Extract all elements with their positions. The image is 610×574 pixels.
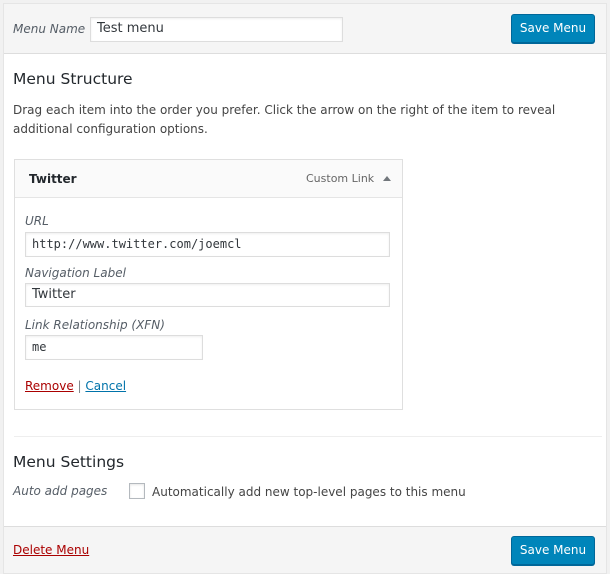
auto-add-text: Automatically add new top-level pages to… [152, 485, 466, 499]
menu-item-type: Custom Link [306, 172, 375, 185]
navigation-label-label: Navigation Label [25, 266, 126, 280]
section-divider [14, 436, 602, 437]
menu-settings-title: Menu Settings [13, 453, 125, 471]
auto-add-label: Auto add pages [13, 484, 108, 498]
menu-header: Menu Name Test menu Save Menu [4, 4, 606, 54]
xfn-field[interactable]: me [25, 335, 203, 360]
xfn-label: Link Relationship (XFN) [25, 318, 165, 332]
menu-edit-panel: Menu Name Test menu Save Menu Menu Struc… [3, 3, 607, 574]
menu-name-label: Menu Name [13, 22, 86, 36]
cancel-link[interactable]: Cancel [85, 379, 126, 393]
menu-structure-title: Menu Structure [13, 70, 133, 88]
menu-item-twitter: Twitter Custom Link URL http://www.twitt… [14, 159, 403, 410]
menu-item-title: Twitter [29, 172, 77, 186]
remove-link[interactable]: Remove [25, 379, 74, 393]
save-menu-button-bottom[interactable]: Save Menu [511, 536, 595, 565]
auto-add-checkbox[interactable] [129, 483, 145, 499]
actions-separator: | [77, 379, 82, 393]
menu-item-handle[interactable]: Twitter Custom Link [15, 160, 402, 198]
url-field[interactable]: http://www.twitter.com/joemcl [25, 232, 390, 257]
menu-structure-description: Drag each item into the order you prefer… [13, 103, 556, 136]
delete-menu-link[interactable]: Delete Menu [13, 543, 89, 557]
arrow-up-icon[interactable] [383, 176, 391, 181]
url-label: URL [25, 214, 49, 228]
navigation-label-field[interactable]: Twitter [25, 283, 390, 307]
menu-footer: Delete Menu Save Menu [4, 526, 606, 573]
menu-name-input[interactable]: Test menu [90, 17, 343, 42]
save-menu-button-top[interactable]: Save Menu [511, 14, 595, 43]
menu-item-actions: Remove | Cancel [25, 379, 126, 393]
